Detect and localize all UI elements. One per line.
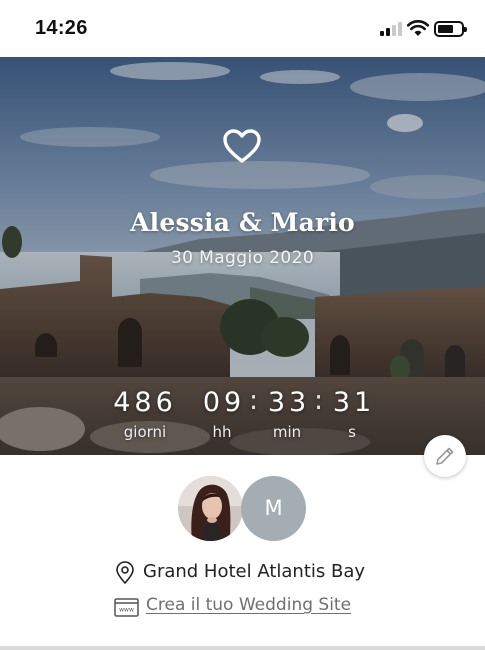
create-wedding-site-link[interactable]: Crea il tuo Wedding Site	[146, 595, 351, 615]
pencil-icon	[436, 447, 454, 465]
countdown-minutes: 33	[267, 387, 311, 418]
heart-outline-icon	[223, 129, 261, 163]
edit-cover-button[interactable]	[424, 435, 466, 477]
wedding-date: 30 Maggio 2020	[170, 248, 315, 268]
couple-names: Alessia & Mario	[130, 208, 355, 237]
countdown-hours-label: hh	[212, 423, 232, 441]
status-time: 14:26	[35, 17, 88, 39]
status-bar: 14:26	[0, 0, 485, 57]
location-pin-icon	[116, 561, 134, 584]
battery-icon	[434, 21, 467, 37]
web-browser-icon: www	[114, 598, 139, 617]
countdown-separator: :	[314, 385, 324, 416]
partner-avatar-photo[interactable]	[178, 476, 243, 541]
countdown-hours: 09	[202, 387, 246, 418]
countdown-minutes-label: min	[272, 423, 302, 441]
countdown-seconds: 31	[332, 387, 376, 418]
wifi-icon	[406, 20, 430, 37]
bottom-divider	[0, 646, 485, 650]
venue-name: Grand Hotel Atlantis Bay	[143, 561, 366, 582]
countdown-separator: :	[249, 385, 259, 416]
partner-avatar-initial[interactable]: M	[241, 476, 306, 541]
woman-portrait-image	[178, 476, 243, 541]
cellular-signal-icon	[380, 22, 404, 36]
countdown-seconds-label: s	[348, 423, 356, 441]
svg-text:www: www	[119, 607, 134, 614]
countdown-days-label: giorni	[123, 423, 167, 441]
countdown-days: 486	[113, 387, 177, 418]
